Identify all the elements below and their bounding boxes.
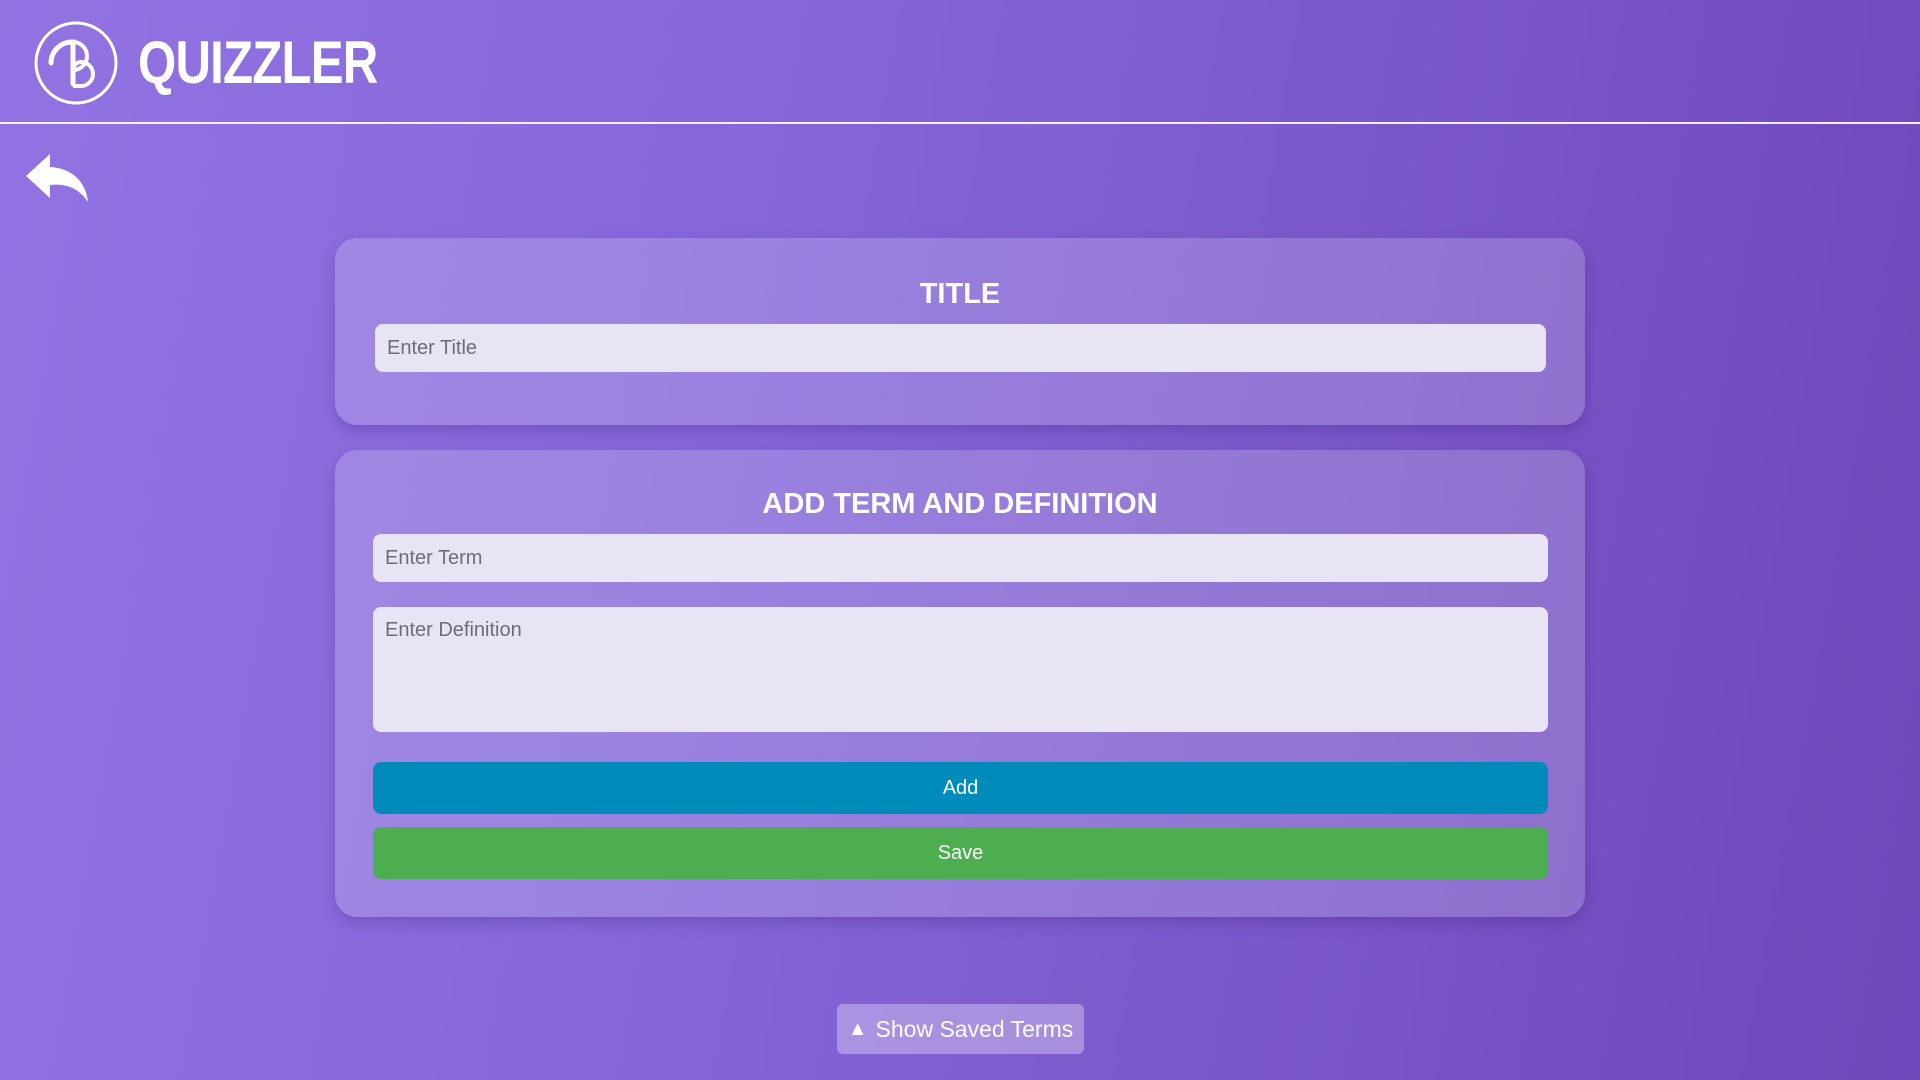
title-card: TITLE [335,238,1585,425]
add-button[interactable]: Add [373,762,1548,814]
show-saved-terms-button[interactable]: ▲ Show Saved Terms [837,1004,1084,1054]
logo-icon[interactable] [33,20,119,106]
back-arrow-icon[interactable] [24,152,90,204]
app-header: QUIZZLER [0,0,1920,124]
term-heading: ADD TERM AND DEFINITION [762,488,1158,520]
triangle-up-icon: ▲ [847,1017,868,1040]
term-input[interactable] [373,534,1548,582]
show-saved-terms-label: Show Saved Terms [875,1015,1074,1042]
definition-input[interactable] [373,607,1548,732]
save-button[interactable]: Save [373,827,1548,879]
term-card: ADD TERM AND DEFINITION Add Save [335,450,1585,917]
brand-name: QUIZZLER [138,29,378,96]
title-input[interactable] [375,324,1546,372]
title-heading: TITLE [919,278,1001,310]
